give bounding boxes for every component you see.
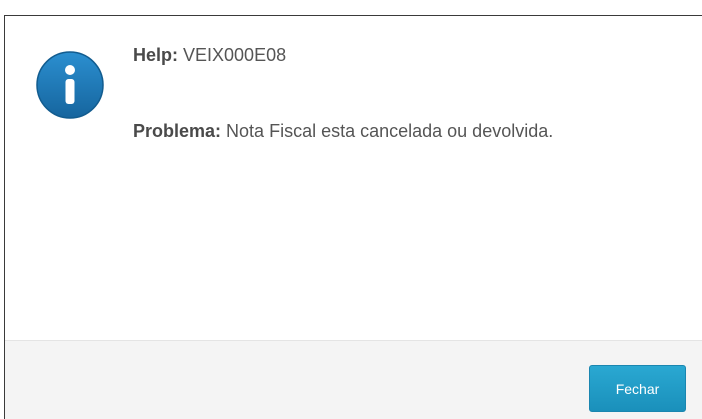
help-line: Help: VEIX000E08 [133, 44, 286, 66]
dialog-content: Help: VEIX000E08 Problema: Nota Fiscal e… [5, 16, 702, 340]
close-button[interactable]: Fechar [589, 365, 686, 412]
problem-text: Nota Fiscal esta cancelada ou devolvida. [226, 121, 554, 141]
message-dialog: Help: VEIX000E08 Problema: Nota Fiscal e… [4, 15, 702, 419]
help-code: VEIX000E08 [183, 45, 287, 65]
problem-label: Problema: [133, 121, 222, 141]
problem-line: Problema: Nota Fiscal esta cancelada ou … [133, 120, 553, 142]
info-icon [36, 51, 104, 119]
dialog-footer: Fechar [5, 340, 702, 419]
help-label: Help: [133, 45, 178, 65]
